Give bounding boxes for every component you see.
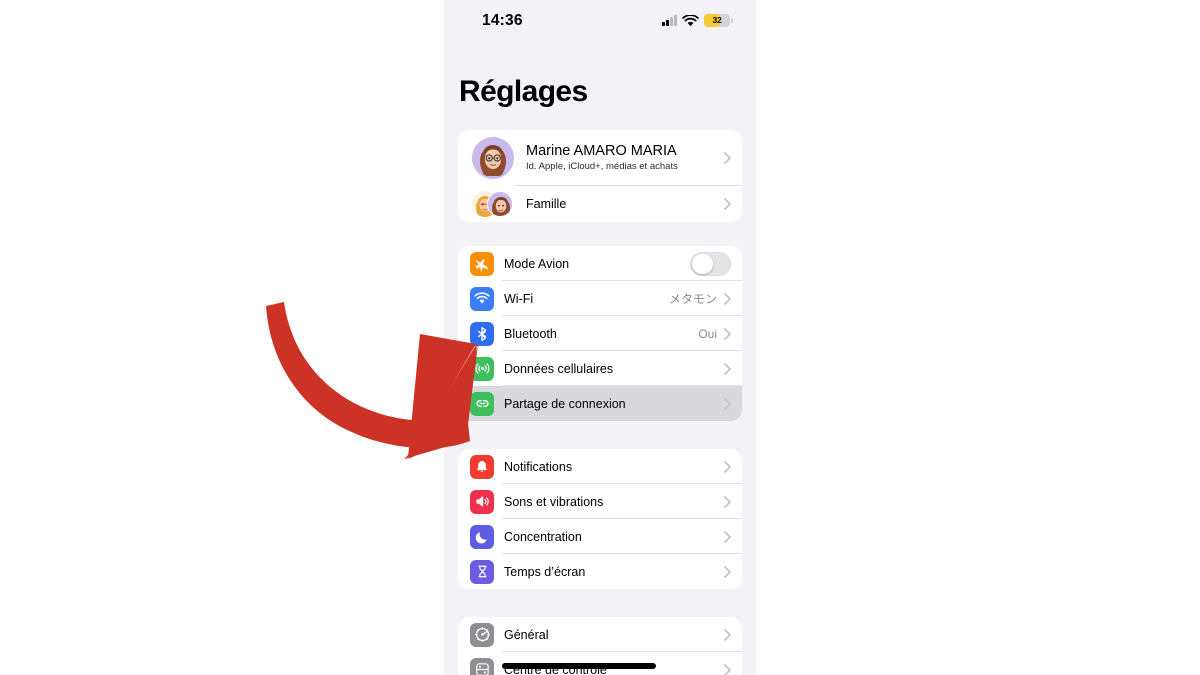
settings-row-cellular-data[interactable]: Données cellulaires [458, 351, 742, 386]
chevron-right-icon [724, 362, 731, 375]
memoji-avatar [472, 137, 514, 179]
notifications-group: Notifications Sons et vibrations Concent… [458, 449, 742, 589]
speaker-icon [470, 489, 494, 514]
chevron-right-icon [724, 530, 731, 543]
cellular-antenna-icon [470, 356, 494, 381]
bluetooth-state-value: Oui [698, 326, 717, 341]
bell-icon [470, 454, 494, 479]
settings-row-label: Général [504, 627, 549, 642]
settings-row-label: Données cellulaires [504, 361, 614, 376]
chevron-right-icon [724, 663, 731, 675]
cellular-signal-icon [662, 15, 677, 26]
phone-screen: 14:36 32 Réglages Marine AMARO MARIA Id.… [444, 0, 756, 675]
settings-row-bluetooth[interactable]: Bluetooth Oui [458, 316, 742, 351]
family-row[interactable]: Famille [458, 186, 742, 222]
settings-row-general[interactable]: Général [458, 617, 742, 652]
settings-row-personal-hotspot[interactable]: Partage de connexion [458, 386, 742, 421]
settings-row-focus[interactable]: Concentration [458, 519, 742, 554]
settings-row-label: Mode Avion [504, 256, 570, 271]
settings-row-label: Concentration [504, 529, 582, 544]
settings-row-label: Bluetooth [504, 326, 557, 341]
memoji-pair-avatar [472, 191, 514, 217]
wifi-icon [682, 14, 699, 27]
chevron-right-icon [724, 397, 731, 410]
chevron-right-icon [724, 198, 731, 210]
status-bar-indicators: 32 [662, 14, 733, 27]
control-center-icon [470, 657, 494, 675]
moon-icon [470, 524, 494, 549]
page-title: Réglages [459, 75, 588, 108]
chevron-right-icon [724, 495, 731, 508]
gear-icon [470, 622, 494, 647]
status-bar: 14:36 32 [444, 0, 756, 44]
account-text: Marine AMARO MARIA Id. Apple, iCloud+, m… [526, 142, 724, 174]
airplane-icon [470, 251, 494, 276]
settings-row-label: Wi-Fi [504, 291, 534, 306]
settings-row-screen-time[interactable]: Temps d’écran [458, 554, 742, 589]
chevron-right-icon [724, 460, 731, 473]
hotspot-link-icon [470, 391, 494, 416]
battery-percent-label: 32 [712, 15, 722, 25]
chevron-right-icon [724, 152, 731, 164]
airplane-mode-toggle[interactable] [690, 251, 731, 276]
connectivity-group: Mode Avion Wi-Fi メタモン Bluetooth Oui Donn… [458, 246, 742, 421]
chevron-right-icon [724, 327, 731, 340]
settings-row-label: Temps d’écran [504, 564, 586, 579]
settings-row-label: Sons et vibrations [504, 494, 604, 509]
settings-row-label: Notifications [504, 459, 573, 474]
settings-row-wifi[interactable]: Wi-Fi メタモン [458, 281, 742, 316]
bluetooth-icon [470, 321, 494, 346]
chevron-right-icon [724, 292, 731, 305]
wifi-icon [470, 286, 494, 311]
settings-row-notifications[interactable]: Notifications [458, 449, 742, 484]
battery-icon: 32 [704, 14, 733, 27]
status-bar-clock: 14:36 [482, 12, 523, 29]
account-subtitle: Id. Apple, iCloud+, médias et achats [526, 161, 678, 172]
settings-row-label: Partage de connexion [504, 396, 626, 411]
family-label: Famille [526, 197, 567, 211]
settings-row-airplane-mode[interactable]: Mode Avion [458, 246, 742, 281]
account-row[interactable]: Marine AMARO MARIA Id. Apple, iCloud+, m… [458, 130, 742, 186]
wifi-network-value: メタモン [668, 292, 717, 306]
chevron-right-icon [724, 565, 731, 578]
home-indicator [502, 663, 656, 669]
chevron-right-icon [724, 628, 731, 641]
settings-row-sounds[interactable]: Sons et vibrations [458, 484, 742, 519]
account-group: Marine AMARO MARIA Id. Apple, iCloud+, m… [458, 130, 742, 222]
hourglass-icon [470, 559, 494, 584]
account-name: Marine AMARO MARIA [526, 143, 677, 159]
